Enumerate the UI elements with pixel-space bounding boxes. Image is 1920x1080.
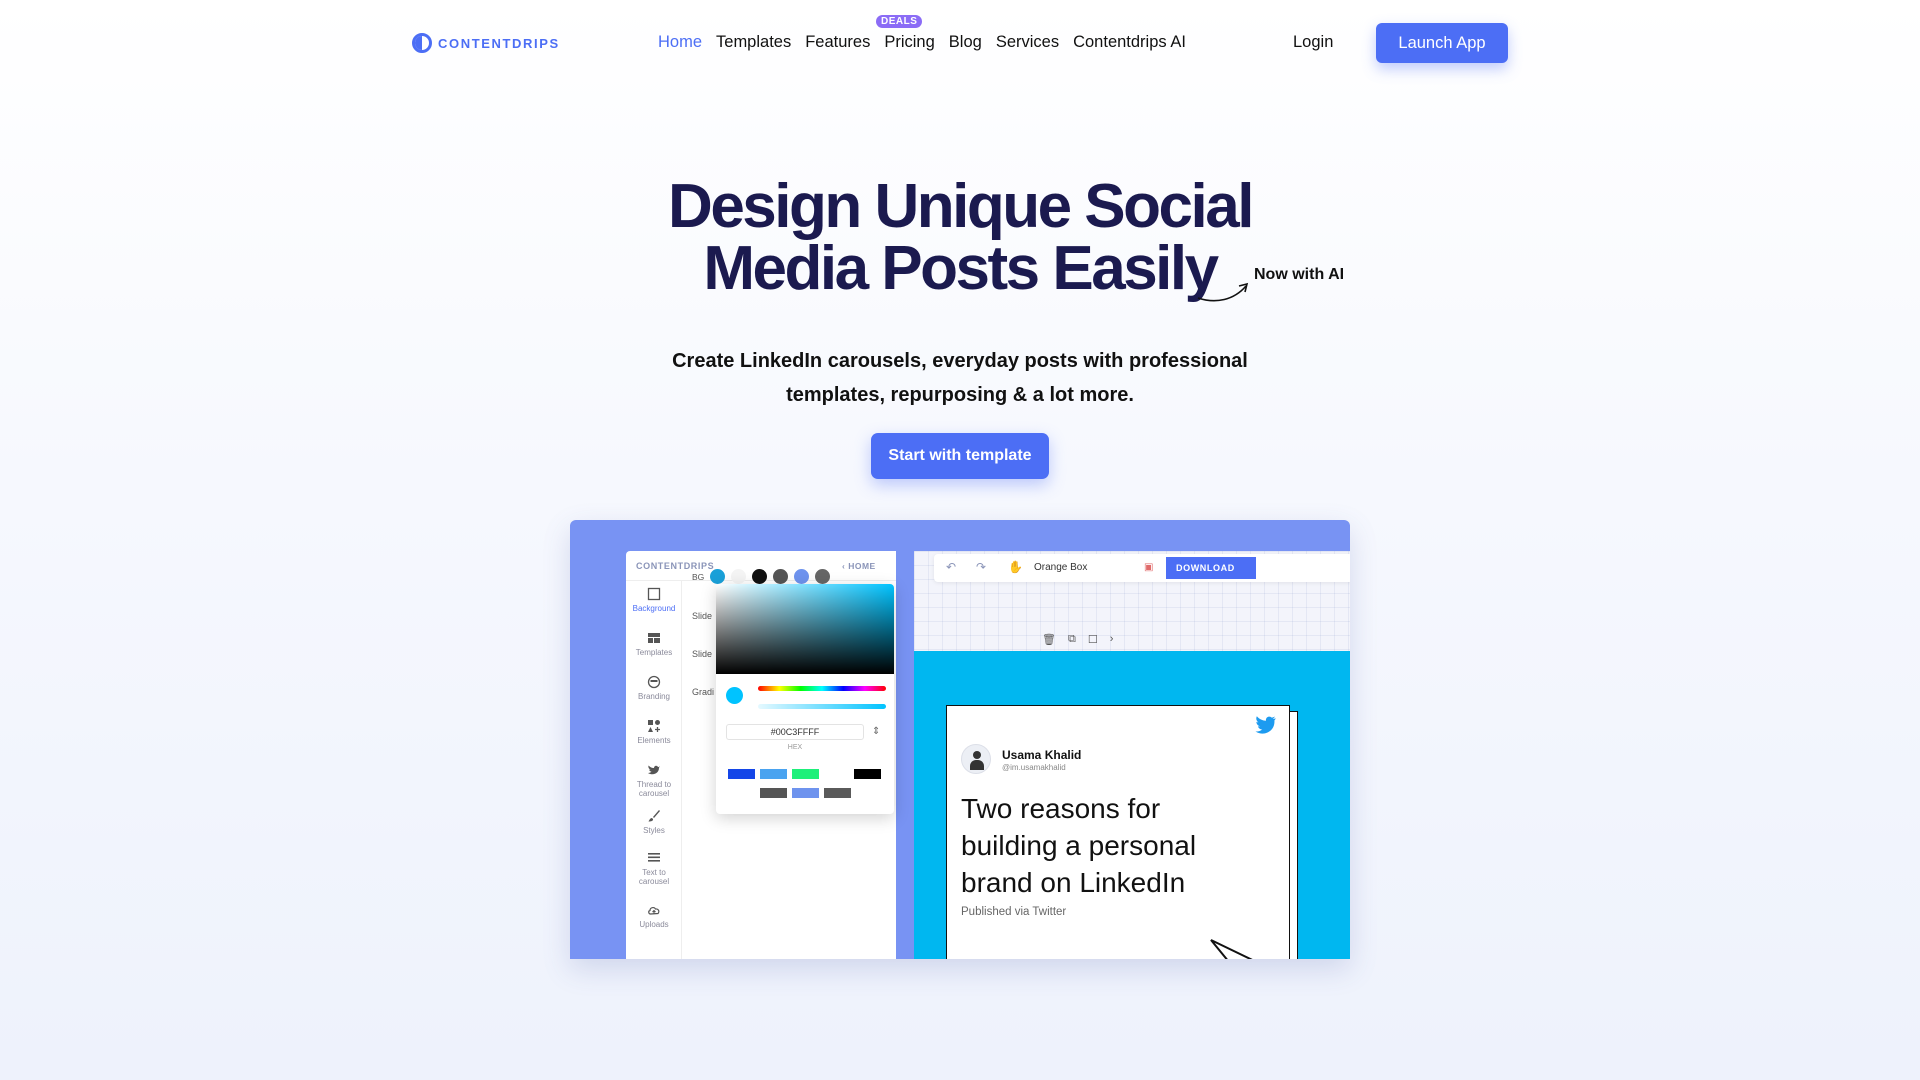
login-link[interactable]: Login [1293,33,1333,52]
tool-sidebar: Background Templates Branding Elements T… [626,581,682,959]
frame-icon[interactable]: ☐ [1088,633,1098,646]
tool-elements[interactable]: Elements [626,719,682,745]
color-picker-popup: #00C3FFFF ⇕ HEX [716,584,894,814]
nav-link-features[interactable]: Features [805,33,870,52]
smiley-icon [647,675,661,689]
save-icon[interactable]: ▣ [1144,562,1153,573]
published-via-label: Published via Twitter [961,906,1067,918]
bg-color-row: BG [692,569,831,584]
slide-setting-label-2: Slide [692,649,713,659]
author-handle: @im.usamakhalid [1002,763,1066,772]
paper-plane-icon [1210,939,1253,959]
nav-link-pricing[interactable]: Pricing [884,33,934,52]
hero-title-line-2: Media Posts Easily [703,234,1219,303]
tweet-text: Two reasons for building a personal bran… [961,793,1197,898]
tool-templates[interactable]: Templates [626,631,682,657]
nav-link-templates[interactable]: Templates [716,33,791,52]
alpha-slider[interactable] [758,704,886,709]
top-navigation: CONTENTDRIPS Home Templates Features Pri… [0,0,1920,86]
logo[interactable]: CONTENTDRIPS [412,33,560,53]
editor-side-panel: CONTENTDRIPS ‹ HOME Background Templates… [626,551,896,959]
preset-swatch-black[interactable] [854,769,881,779]
bg-swatch-gray[interactable] [815,569,831,584]
redo-icon[interactable]: ↷ [976,560,986,574]
undo-icon[interactable]: ↶ [946,560,956,574]
design-name[interactable]: Orange Box [1034,562,1087,573]
hero-subtitle-line-1: Create LinkedIn carousels, everyday post… [672,350,1248,372]
preset-swatch-blue[interactable] [728,769,755,779]
nav-links: Home Templates Features Pricing Blog Ser… [658,33,1186,52]
slide-toolbar: 🗑 ⧉ ☐ › [1042,633,1113,646]
preset-swatch-light-blue[interactable] [760,769,787,779]
hero-subtitle-line-2: templates, repurposing & a lot more. [786,384,1134,406]
nav-link-contentdrips-ai[interactable]: Contentdrips AI [1073,33,1186,52]
preset-swatch-gray[interactable] [760,788,787,798]
hero-subtitle: Create LinkedIn carousels, everyday post… [660,344,1260,412]
deals-badge: DEALS [876,15,923,28]
curved-arrow-icon [1197,282,1249,302]
tool-branding[interactable]: Branding [626,675,682,701]
up-down-icon[interactable]: ⇕ [872,726,880,737]
bg-swatch-dark-gray[interactable] [773,569,789,584]
hue-slider[interactable] [758,686,886,691]
hero-title-line-1: Design Unique Social [668,172,1254,241]
bg-swatch-white[interactable] [731,569,747,584]
editor-topbar: ↶ ↷ ✋ Orange Box ▣ DOWNLOAD [934,554,1350,582]
avatar [961,744,991,774]
saturation-picker[interactable] [716,584,894,674]
editor-canvas[interactable]: ↶ ↷ ✋ Orange Box ▣ DOWNLOAD 🗑 ⧉ ☐ › Usam… [914,551,1350,959]
nav-link-home[interactable]: Home [658,33,702,52]
logo-icon [412,33,432,53]
tool-text-to-carousel[interactable]: Text to carousel [626,851,682,886]
current-color-dot [726,687,743,704]
bg-label: BG [692,571,705,582]
preset-swatch-dark-gray[interactable] [824,788,851,798]
chevron-right-icon[interactable]: › [1110,633,1114,646]
bg-swatch-black[interactable] [752,569,768,584]
now-with-ai-tag: Now with AI [1254,266,1345,283]
launch-app-button[interactable]: Launch App [1376,23,1508,63]
twitter-icon [1255,716,1276,734]
square-icon [647,587,661,601]
trash-icon[interactable]: 🗑 [1042,633,1056,646]
shapes-icon [648,720,660,732]
text-lines-icon [648,853,660,862]
gradient-setting-label: Gradi [692,687,715,697]
preset-swatch-periwinkle[interactable] [792,788,819,798]
slide-setting-label: Slide [692,611,713,621]
nav-link-services[interactable]: Services [996,33,1059,52]
app-preview: CONTENTDRIPS ‹ HOME Background Templates… [570,520,1350,959]
tool-thread-to-carousel[interactable]: Thread to carousel [626,763,682,798]
cloud-upload-icon [648,906,660,915]
author-name: Usama Khalid [1002,748,1082,762]
preset-swatch-green[interactable] [792,769,819,779]
tool-styles[interactable]: Styles [626,809,682,835]
start-with-template-button[interactable]: Start with template [871,433,1049,479]
tweet-card[interactable]: Usama Khalid @im.usamakhalid Two reasons… [946,705,1290,959]
twitter-bird-icon [648,765,660,775]
panel-home-link[interactable]: ‹ HOME [842,561,876,571]
logo-text: CONTENTDRIPS [438,35,560,51]
hex-input[interactable]: #00C3FFFF [726,724,864,740]
hex-label: HEX [787,744,803,751]
tool-uploads[interactable]: Uploads [626,903,682,929]
duplicate-icon[interactable]: ⧉ [1068,633,1076,646]
bg-swatch-periwinkle[interactable] [794,569,810,584]
download-button[interactable]: DOWNLOAD [1166,557,1256,579]
grid-icon [648,633,660,643]
hand-icon[interactable]: ✋ [1008,560,1023,574]
slide[interactable]: Usama Khalid @im.usamakhalid Two reasons… [914,651,1350,959]
tool-background[interactable]: Background [626,587,682,613]
brush-icon [648,810,660,822]
nav-link-blog[interactable]: Blog [949,33,982,52]
bg-swatch-blue[interactable] [710,569,726,584]
